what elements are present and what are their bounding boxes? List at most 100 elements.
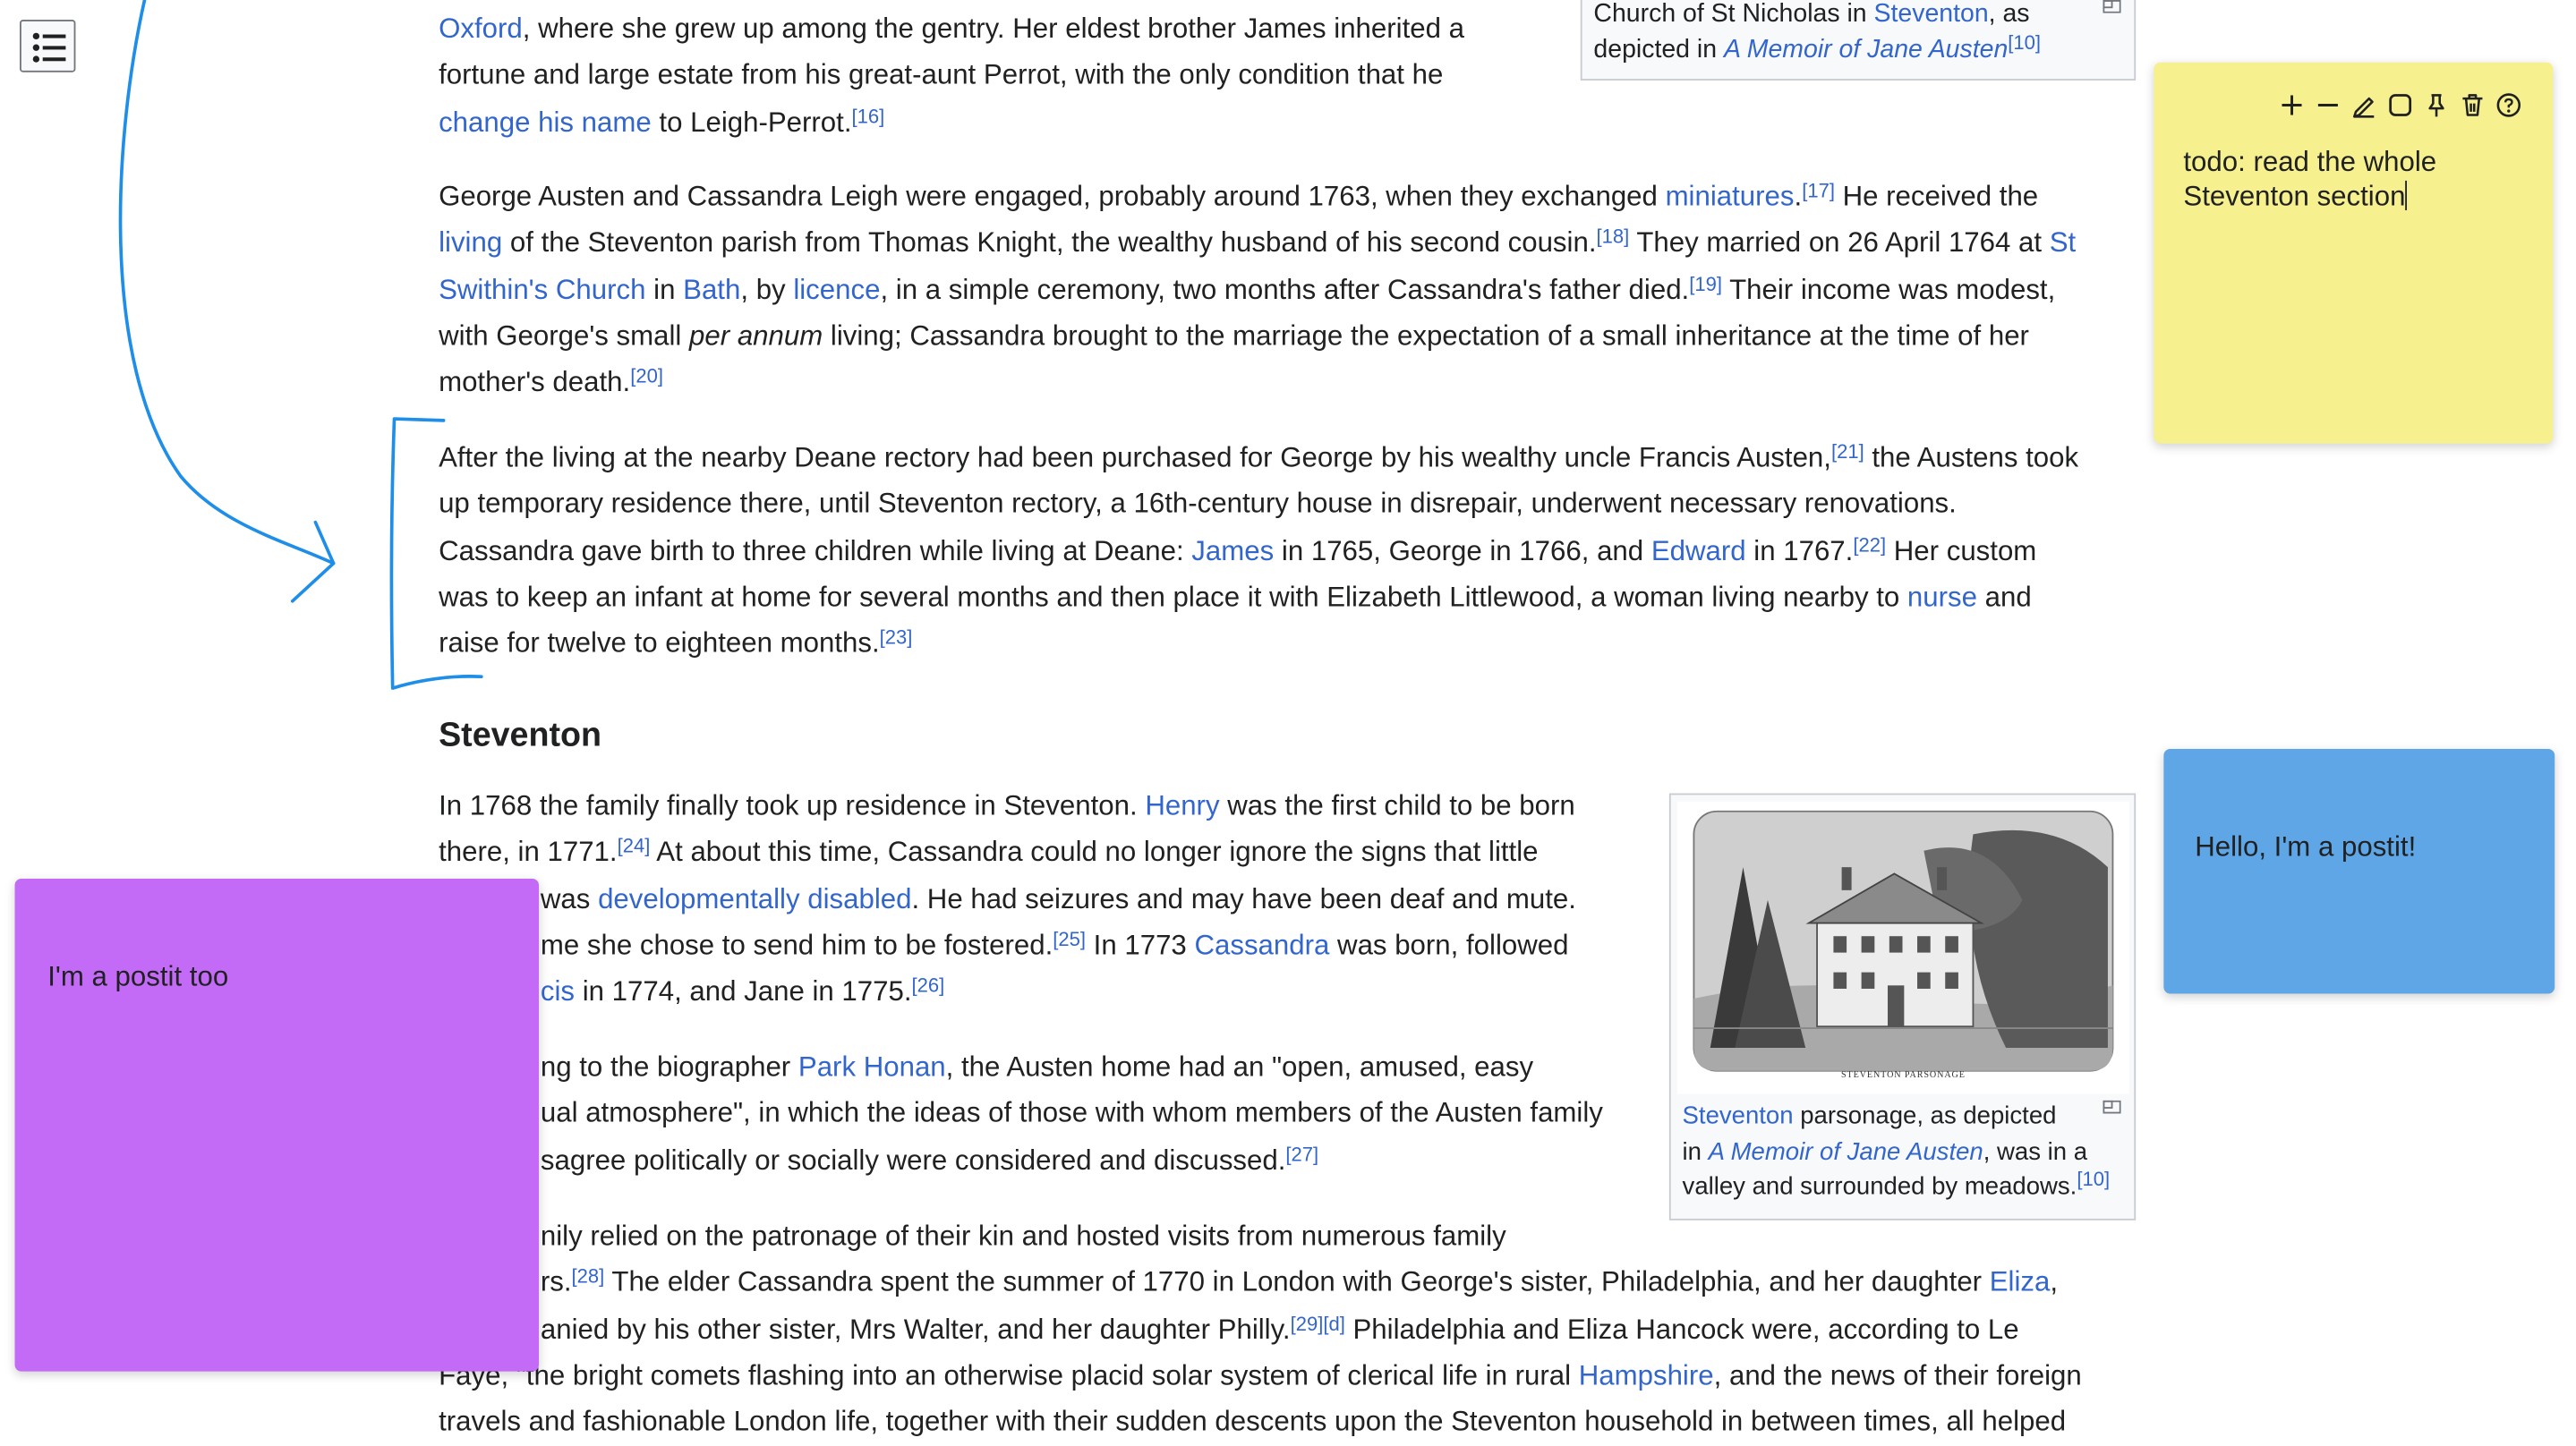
postit-blue[interactable]: Hello, I'm a postit! bbox=[2163, 748, 2555, 994]
parsonage-engraving-image[interactable] bbox=[1677, 801, 2129, 1094]
text: in 1767. bbox=[1745, 534, 1854, 566]
ref-link[interactable]: [10] bbox=[2008, 30, 2041, 54]
ref-link[interactable]: [27] bbox=[1285, 1143, 1318, 1166]
caption-text: parsonage, as depicted bbox=[1793, 1102, 2057, 1130]
text: with George's small bbox=[439, 319, 690, 352]
parsonage-figure: STEVENTON PARSONAGE Steventon parsonage,… bbox=[1668, 793, 2137, 1221]
help-icon[interactable] bbox=[2494, 90, 2523, 120]
parsonage-figure-caption: Steventon parsonage, as depicted in A Me… bbox=[1683, 1099, 2111, 1204]
ref-link[interactable]: [21] bbox=[1831, 440, 1864, 464]
text-caret bbox=[2405, 180, 2408, 210]
ref-link[interactable]: [22] bbox=[1853, 533, 1886, 557]
edward-link[interactable]: Edward bbox=[1651, 535, 1746, 566]
memoir-link[interactable]: A Memoir of Jane Austen bbox=[1724, 35, 2008, 63]
ref-link[interactable]: [26] bbox=[912, 974, 945, 998]
postit-purple[interactable]: I'm a postit too bbox=[14, 878, 540, 1372]
steventon-link[interactable]: Steventon bbox=[1874, 0, 1989, 28]
ref-link[interactable]: [25] bbox=[1053, 928, 1086, 951]
text: me she chose to send him to be fostered. bbox=[540, 929, 1053, 961]
text: Faye, "the bright comets flashing into a… bbox=[439, 1359, 1579, 1391]
text: in 1774, and Jane in 1775. bbox=[575, 975, 912, 1008]
text: was to keep an infant at home for severa… bbox=[439, 581, 1907, 613]
st-swithins-link[interactable]: Swithin's Church bbox=[439, 274, 645, 305]
postit-toolbar bbox=[2277, 90, 2523, 120]
text: rs. bbox=[540, 1266, 572, 1298]
text: He received the bbox=[1834, 180, 2039, 212]
ref-link[interactable]: [19] bbox=[1689, 272, 1722, 295]
caption-text: , was in a bbox=[1983, 1137, 2088, 1166]
pen-icon[interactable] bbox=[2350, 90, 2379, 120]
pin-icon[interactable] bbox=[2422, 90, 2452, 120]
ref-link[interactable]: [10] bbox=[2077, 1168, 2110, 1191]
text: up temporary residence there, until Stev… bbox=[439, 488, 1957, 520]
caption-text: depicted in bbox=[1593, 35, 1724, 64]
cassandra-link[interactable]: Cassandra bbox=[1194, 930, 1329, 961]
paragraph-5: ng to the biographer Park Honan, the Aus… bbox=[439, 1044, 1654, 1184]
park-honan-link[interactable]: Park Honan bbox=[798, 1051, 946, 1083]
paragraph-1: Oxford, where she grew up among the gent… bbox=[439, 6, 1589, 146]
text: ng to the biographer bbox=[540, 1050, 798, 1083]
james-link[interactable]: James bbox=[1191, 535, 1274, 566]
text: . bbox=[1794, 180, 1803, 212]
text: the Austens took bbox=[1864, 441, 2079, 473]
steventon-link[interactable]: Steventon bbox=[1683, 1102, 1794, 1130]
text: Philadelphia and Eliza Hancock were, acc… bbox=[1344, 1313, 2019, 1345]
text: George Austen and Cassandra Leigh were e… bbox=[439, 180, 1666, 212]
church-figure-caption: Church of St Nicholas in Steventon, as d… bbox=[1593, 0, 2041, 67]
postit-yellow-text[interactable]: todo: read the whole Steventon section bbox=[2183, 145, 2523, 214]
ref-link[interactable]: [28] bbox=[572, 1265, 605, 1289]
miniatures-link[interactable]: miniatures bbox=[1666, 181, 1795, 212]
annotation-arrow[interactable] bbox=[118, 0, 336, 566]
nurse-link[interactable]: nurse bbox=[1907, 582, 1977, 613]
text: to Leigh-Perrot. bbox=[651, 106, 852, 138]
postit-yellow[interactable]: todo: read the whole Steventon section bbox=[2154, 62, 2554, 444]
ref-link[interactable]: [17] bbox=[1802, 179, 1835, 202]
paragraph-2: George Austen and Cassandra Leigh were e… bbox=[439, 174, 2139, 407]
square-icon[interactable] bbox=[2385, 90, 2415, 120]
text: travels and fashionable London life, tog… bbox=[439, 1406, 2067, 1438]
ref-link[interactable]: [18] bbox=[1597, 225, 1630, 249]
postit-text: I'm a postit too bbox=[47, 960, 229, 992]
hampshire-link[interactable]: Hampshire bbox=[1579, 1360, 1714, 1391]
ref-link[interactable]: [24] bbox=[618, 835, 651, 858]
minus-icon[interactable] bbox=[2313, 90, 2342, 120]
caption-text: Church of St Nicholas in bbox=[1593, 0, 1874, 29]
developmentally-disabled-link[interactable]: developmentally disabled bbox=[598, 883, 911, 914]
francis-link[interactable]: cis bbox=[541, 976, 575, 1008]
text: After the living at the nearby Deane rec… bbox=[439, 441, 1831, 473]
memoir-link[interactable]: A Memoir of Jane Austen bbox=[1709, 1137, 1983, 1165]
licence-link[interactable]: licence bbox=[793, 274, 880, 305]
toc-button[interactable] bbox=[20, 20, 76, 72]
text: living; Cassandra brought to the marriag… bbox=[823, 319, 2029, 352]
note-link[interactable]: [d] bbox=[1323, 1312, 1344, 1335]
eliza-link[interactable]: Eliza bbox=[1990, 1267, 2051, 1298]
text: Their income was modest, bbox=[1721, 273, 2056, 305]
living-link[interactable]: living bbox=[439, 227, 502, 259]
change-name-link[interactable]: change his name bbox=[439, 106, 652, 138]
annotation-arrowhead[interactable] bbox=[290, 520, 336, 603]
text: ual atmosphere", in which the ideas of t… bbox=[540, 1097, 1603, 1129]
text: , and the news of their foreign bbox=[1713, 1359, 2082, 1391]
st-swithins-link[interactable]: St bbox=[2050, 227, 2076, 259]
ref-link[interactable]: [29] bbox=[1291, 1312, 1324, 1335]
ref-link[interactable]: [23] bbox=[880, 626, 913, 650]
postit-text: todo: read the whole bbox=[2183, 146, 2437, 178]
postit-text: Steventon section bbox=[2183, 180, 2406, 212]
text: was bbox=[540, 882, 599, 914]
text: in bbox=[645, 273, 684, 305]
trash-icon[interactable] bbox=[2458, 90, 2487, 120]
text: there, in 1771. bbox=[439, 836, 618, 868]
text: raise for twelve to eighteen months. bbox=[439, 627, 880, 659]
paragraph-6: nily relied on the patronage of their ki… bbox=[439, 1213, 2147, 1446]
text: They married on 26 April 1764 at bbox=[1629, 226, 2050, 259]
ref-link[interactable]: [20] bbox=[630, 365, 663, 388]
enlarge-icon[interactable] bbox=[2103, 0, 2121, 13]
henry-link[interactable]: Henry bbox=[1145, 790, 1219, 821]
plus-icon[interactable] bbox=[2277, 90, 2307, 120]
oxford-link[interactable]: Oxford bbox=[439, 13, 523, 45]
ref-link[interactable]: [16] bbox=[852, 105, 885, 128]
bath-link[interactable]: Bath bbox=[683, 274, 740, 305]
caption-text: valley and surrounded by meadows. bbox=[1682, 1172, 2077, 1201]
text: , in a simple ceremony, two months after… bbox=[880, 273, 1690, 305]
paragraph-4: In 1768 the family finally took up resid… bbox=[439, 784, 1654, 1016]
